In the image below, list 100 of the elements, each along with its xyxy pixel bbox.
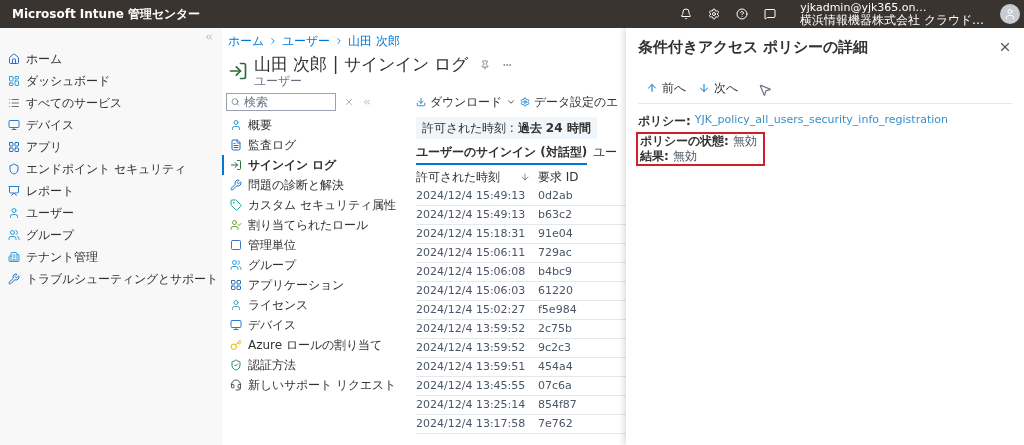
download-button[interactable]: ダウンロード (416, 93, 516, 112)
nav-item[interactable]: エンドポイント セキュリティ (0, 158, 222, 180)
menu-item[interactable]: 新しいサポート リクエスト (222, 375, 410, 396)
table-cell-text: 2024/12/4 13:59:52 (416, 321, 527, 337)
nav-item[interactable]: ホーム (0, 48, 222, 70)
table-cell-text: 0d2ab (538, 188, 573, 204)
report-icon (8, 185, 20, 197)
menu-item[interactable]: 問題の診断と解決 (222, 175, 410, 196)
user-icon (230, 119, 242, 132)
users-icon (230, 259, 242, 272)
table-cell-text: 854f87 (538, 397, 577, 413)
column-header[interactable]: 要求 ID (538, 168, 579, 187)
table-cell-text: 2024/12/4 15:06:08 (416, 264, 527, 280)
table-cell-text: 2c75b (538, 321, 573, 337)
tab[interactable]: ユーザーのサインイン (対話型) (416, 141, 588, 166)
support-icon (230, 379, 242, 392)
table-cell-text: 2024/12/4 13:25:14 (416, 397, 527, 413)
grid-icon (230, 279, 242, 292)
table-cell-text: b63c2 (538, 207, 573, 223)
avatar-icon[interactable] (1000, 4, 1020, 24)
settings-icon[interactable] (708, 8, 721, 20)
nav-item[interactable]: レポート (0, 180, 222, 202)
user-icon (230, 299, 242, 312)
table-cell-text: 07c6a (538, 378, 572, 394)
field-label: 結果: (640, 148, 669, 164)
nav-item[interactable]: アプリ (0, 136, 222, 158)
nav-item[interactable]: ダッシュボード (0, 70, 222, 92)
tag-icon (230, 199, 242, 212)
table-cell-text: 2024/12/4 13:45:55 (416, 378, 527, 394)
list-icon (8, 97, 20, 109)
monitor-icon (8, 119, 20, 131)
menu-item[interactable]: 認証方法 (222, 355, 410, 376)
breadcrumb-link[interactable]: ホーム (228, 32, 264, 50)
tab[interactable]: ユー (593, 141, 618, 166)
menu-item[interactable]: デバイス (222, 315, 410, 336)
page-title: 山田 次郎 | サインイン ログ (254, 54, 469, 75)
user-check-icon (230, 219, 242, 232)
menu-item[interactable]: 監査ログ (222, 135, 410, 156)
feedback-icon[interactable] (764, 8, 777, 20)
key-icon (230, 339, 242, 352)
cursor-icon (758, 82, 772, 97)
menu-item[interactable]: 概要 (222, 115, 410, 136)
next-button[interactable]: 次へ (698, 78, 738, 97)
menu-item[interactable]: サインイン ログ (222, 155, 410, 176)
menu-item[interactable]: グループ (222, 255, 410, 276)
help-icon[interactable] (736, 8, 749, 20)
nav-item[interactable]: トラブルシューティングとサポート (0, 268, 222, 290)
filter-pill[interactable]: 許可された時刻 : 過去 24 時間 (416, 117, 597, 140)
dashboard-icon (8, 75, 20, 87)
nav-item[interactable]: デバイス (0, 114, 222, 136)
table-cell-text: 729ac (538, 245, 572, 261)
account-organization: 横浜情報機器株式会社 クラウド… (800, 14, 984, 27)
table-cell-text: 2024/12/4 13:59:52 (416, 340, 527, 356)
nav-item[interactable]: すべてのサービス (0, 92, 222, 114)
menu-item[interactable]: ライセンス (222, 295, 410, 316)
arrow-up-icon (646, 81, 658, 94)
policy-link[interactable]: YJK_policy_all_users_security_info_registration (694, 112, 948, 129)
table-cell-text: 2024/12/4 13:59:51 (416, 359, 527, 375)
breadcrumb-link[interactable]: ユーザー (282, 32, 330, 50)
monitor-icon (230, 319, 242, 332)
download-icon (416, 97, 426, 108)
menu-item[interactable]: 管理単位 (222, 235, 410, 256)
menu-item[interactable]: アプリケーション (222, 275, 410, 296)
table-cell-text: 9c2c3 (538, 340, 572, 356)
sort-icon[interactable] (520, 172, 530, 183)
search-icon (231, 97, 240, 108)
panel-title: 条件付きアクセス ポリシーの詳細 (638, 37, 869, 58)
home-icon (8, 53, 20, 65)
nav-item[interactable]: テナント管理 (0, 246, 222, 268)
table-cell-text: 2024/12/4 15:06:03 (416, 283, 527, 299)
breadcrumb-link[interactable]: 山田 次郎 (348, 32, 400, 50)
field-value: 無効 (672, 148, 697, 164)
nav-item[interactable]: ユーザー (0, 202, 222, 224)
pin-icon[interactable] (480, 59, 491, 70)
table-cell-text: 2024/12/4 15:18:31 (416, 226, 527, 242)
tools-icon (8, 273, 20, 285)
data-settings-button[interactable]: データ設定のエ (520, 93, 618, 112)
menu-item[interactable]: 割り当てられたロール (222, 215, 410, 236)
shield-icon (8, 163, 20, 175)
notification-icon[interactable] (680, 8, 693, 20)
table-cell-text: b4bc9 (538, 264, 572, 280)
search-field[interactable]: 検索 (226, 93, 336, 112)
column-header[interactable]: 許可された時刻 (416, 168, 520, 187)
menu-item[interactable]: カスタム セキュリティ属性 (222, 195, 410, 216)
field-label: ポリシー: (638, 112, 691, 130)
previous-button[interactable]: 前へ (646, 78, 686, 97)
search-input[interactable]: 検索 (243, 93, 331, 112)
gear-icon (520, 97, 530, 108)
sign-in-icon (228, 60, 248, 81)
chevron-icon (334, 36, 344, 46)
table-cell-text: 61220 (538, 283, 573, 299)
table-cell-text: 2024/12/4 15:02:27 (416, 302, 527, 318)
nav-item[interactable]: グループ (0, 224, 222, 246)
table-cell-text: f5e984 (538, 302, 577, 318)
table-cell-text: 2024/12/4 15:49:13 (416, 207, 527, 223)
account-email[interactable]: yjkadmin@yjk365.on… (800, 1, 984, 14)
field-label: ポリシーの状態: (640, 133, 729, 149)
table-cell-text: 7e762 (538, 416, 573, 432)
menu-item[interactable]: Azure ロールの割り当て (222, 335, 410, 356)
grid-icon (8, 141, 20, 153)
